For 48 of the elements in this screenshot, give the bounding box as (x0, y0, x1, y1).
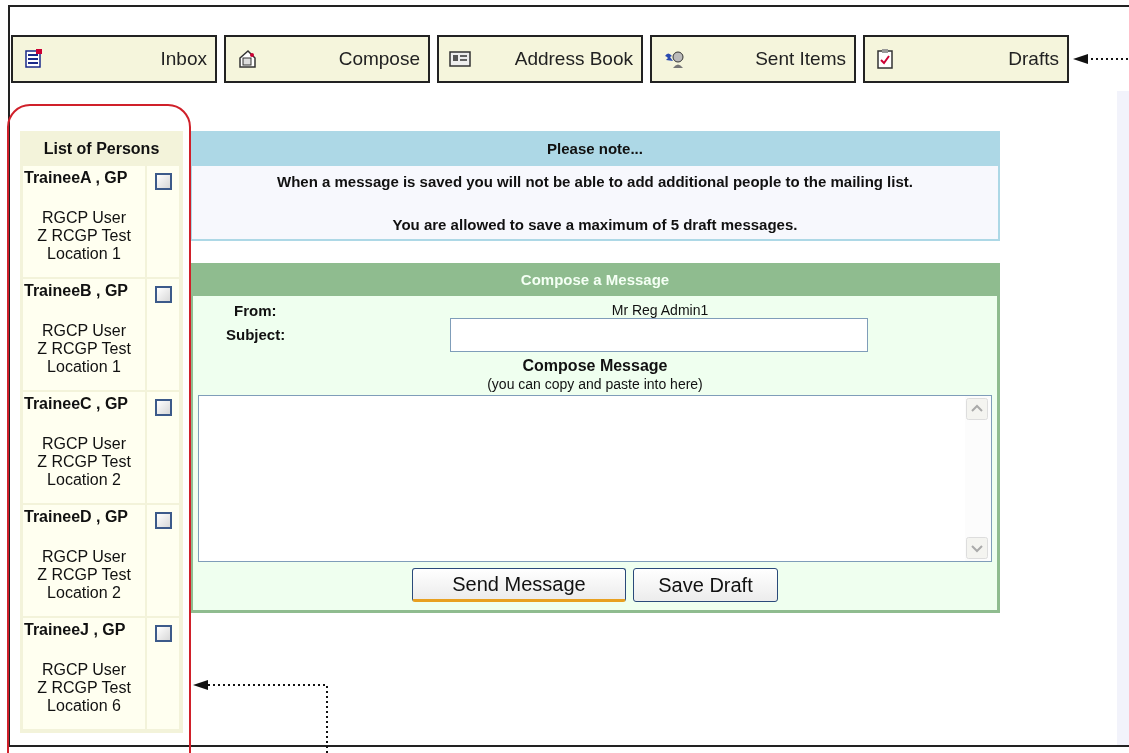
person-location: Location 2 (47, 471, 121, 489)
checkbox[interactable] (154, 512, 172, 529)
compose-title: Compose a Message (190, 263, 1000, 296)
message-hint: (you can copy and paste into here) (487, 376, 703, 392)
subject-field[interactable] (450, 318, 868, 352)
subject-label: Subject: (226, 326, 286, 343)
person-organisation: Z RCGP Test (37, 340, 131, 358)
toolbar-button[interactable]: Sent Items (650, 35, 856, 83)
person-organisation: Z RCGP Test (37, 566, 131, 584)
person-role: RGCP User (41, 661, 127, 679)
person-organisation: Z RCGP Test (37, 453, 131, 471)
action-button[interactable]: Save Draft (633, 568, 778, 602)
person-role: RGCP User (41, 209, 127, 227)
checkbox[interactable] (154, 399, 172, 416)
person-location: Location 2 (47, 584, 121, 602)
person-role: RGCP User (41, 435, 127, 453)
message-label: Compose Message (522, 357, 668, 375)
person-location: Location 6 (47, 697, 121, 715)
clipboard-check-icon (875, 48, 895, 70)
person-location: Location 1 (47, 358, 121, 376)
pointer-arrow (1073, 54, 1129, 64)
person-name: TraineeJ , GP (24, 621, 126, 639)
person-name: TraineeC , GP (24, 395, 129, 413)
from-label: From: (234, 302, 277, 319)
notice-text: When a message is saved you will not be able to add additional people to the mailing list. (277, 173, 913, 190)
person-organisation: Z RCGP Test (37, 227, 131, 245)
toolbar-button[interactable]: Compose (224, 35, 430, 83)
toolbar-button[interactable]: Address Book (437, 35, 643, 83)
person-name: TraineeA , GP (24, 169, 128, 187)
address-card-icon (449, 50, 471, 68)
inbox-icon (23, 48, 45, 70)
checkbox[interactable] (154, 625, 172, 642)
person-name: TraineeD , GP (24, 508, 129, 526)
checkbox[interactable] (154, 286, 172, 303)
toolbar-button[interactable]: Inbox (11, 35, 217, 83)
person-name: TraineeB , GP (24, 282, 129, 300)
person-role: RGCP User (41, 322, 127, 340)
toolbar-button[interactable]: Drafts (863, 35, 1069, 83)
notice-title: Please note... (190, 131, 1000, 166)
person-location: Location 1 (47, 245, 121, 263)
person-role: RGCP User (41, 548, 127, 566)
checkbox[interactable] (154, 173, 172, 190)
from-value: Mr Reg Admin1 (611, 302, 709, 318)
person-arrow-icon (662, 48, 686, 70)
person-organisation: Z RCGP Test (37, 679, 131, 697)
list-title: List of Persons (42, 138, 161, 159)
action-button[interactable]: Send Message (412, 568, 626, 602)
notice-text: You are allowed to save a maximum of 5 draft messages. (392, 216, 798, 233)
